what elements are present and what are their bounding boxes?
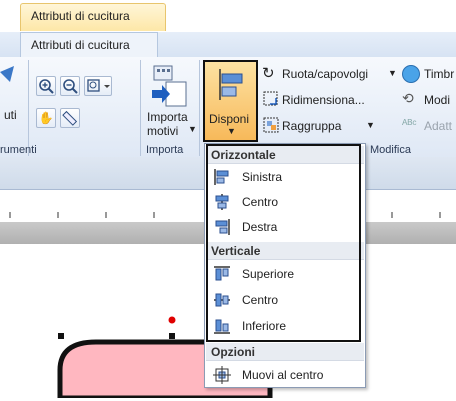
tab-label: Attributi di cucitura bbox=[31, 38, 130, 52]
importa-label-line2: motivi bbox=[147, 124, 179, 138]
group-label-modifica: Modifica bbox=[370, 144, 411, 156]
align-icon bbox=[219, 69, 243, 100]
stamp-icon bbox=[402, 65, 420, 83]
ruota-label: Ruota/capovolgi bbox=[282, 67, 369, 81]
raggruppa-label: Raggruppa bbox=[282, 119, 342, 133]
importa-label-line1: Importa bbox=[147, 110, 188, 124]
arrow-icon bbox=[0, 66, 14, 82]
menu-item-muovi-al-centro[interactable]: Muovi al centro bbox=[206, 363, 364, 387]
adatt-label: Adatt bbox=[424, 119, 453, 133]
menu-header-orizzontale: Orizzontale bbox=[206, 146, 364, 164]
pan-button[interactable]: ✋ bbox=[36, 108, 56, 128]
menu-item-label: Inferiore bbox=[242, 319, 287, 333]
raggruppa-button[interactable]: Raggruppa ▼ bbox=[262, 116, 398, 136]
align-left-icon bbox=[214, 169, 229, 185]
menu-item-label: Sinistra bbox=[242, 170, 283, 184]
align-top-icon bbox=[214, 266, 230, 281]
ruler-icon bbox=[62, 110, 78, 126]
menu-header-verticale: Verticale bbox=[206, 242, 364, 260]
resize-icon bbox=[263, 91, 278, 106]
partial-button-label: uti bbox=[4, 108, 17, 122]
timbro-button[interactable]: Timbr bbox=[402, 64, 456, 84]
modi-label: Modi bbox=[424, 93, 451, 107]
group-label-strumenti: rumenti bbox=[0, 144, 37, 156]
context-tab-group: Attributi di cucitura bbox=[20, 3, 166, 31]
align-center-horizontal-icon bbox=[215, 194, 229, 210]
ridimensiona-label: Ridimensiona... bbox=[282, 93, 365, 107]
hand-icon: ✋ bbox=[38, 111, 54, 125]
chevron-down-icon: ▼ bbox=[227, 126, 236, 136]
timbro-label: Timbr bbox=[424, 67, 455, 81]
import-pattern-icon bbox=[152, 65, 187, 107]
group-icon bbox=[263, 117, 279, 133]
importa-motivi-button[interactable]: Importa motivi ▼ bbox=[142, 60, 198, 142]
menu-item-sinistra[interactable]: Sinistra bbox=[206, 165, 364, 189]
move-to-center-icon bbox=[213, 366, 231, 384]
menu-item-label: Superiore bbox=[242, 267, 295, 281]
menu-item-label: Centro bbox=[242, 195, 279, 209]
group-separator bbox=[140, 60, 141, 156]
zoom-out-icon bbox=[63, 79, 78, 94]
adatta-button: ᴬᴮᶜ Adatt bbox=[402, 116, 456, 136]
chevron-down-icon: ▼ bbox=[188, 124, 197, 134]
menu-item-superiore[interactable]: Superiore bbox=[206, 262, 364, 286]
align-center-vertical-icon bbox=[214, 293, 230, 307]
zoom-out-button[interactable] bbox=[60, 76, 80, 96]
zoom-in-icon bbox=[39, 79, 54, 94]
context-tab-label: Attributi di cucitura bbox=[31, 9, 130, 23]
modifica-button[interactable]: ⟲ Modi bbox=[402, 90, 456, 110]
group-separator bbox=[28, 60, 29, 156]
rotate-icon: ↻ bbox=[262, 65, 275, 82]
menu-item-label: Destra bbox=[242, 220, 278, 234]
menu-item-label: Muovi al centro bbox=[242, 368, 324, 382]
menu-item-destra[interactable]: Destra bbox=[206, 215, 364, 239]
ridimensiona-button[interactable]: Ridimensiona... bbox=[262, 90, 398, 110]
menu-item-centro-verticale[interactable]: Centro bbox=[206, 288, 364, 312]
ruota-capovolgi-button[interactable]: ↻ Ruota/capovolgi ▼ bbox=[262, 64, 398, 84]
disponi-label: Disponi bbox=[209, 112, 250, 126]
tab-attributi-di-cucitura[interactable]: Attributi di cucitura bbox=[20, 32, 158, 58]
fit-text-icon: ᴬᴮᶜ bbox=[402, 117, 417, 131]
disponi-button[interactable]: Disponi ▼ bbox=[203, 60, 258, 142]
zoom-fit-icon bbox=[87, 79, 110, 92]
menu-item-centro-orizzontale[interactable]: Centro bbox=[206, 190, 364, 214]
menu-header-opzioni: Opzioni bbox=[206, 343, 364, 361]
group-label-importa: Importa bbox=[146, 144, 184, 156]
zoom-in-button[interactable] bbox=[36, 76, 56, 96]
menu-item-label: Centro bbox=[242, 293, 279, 307]
chevron-down-icon: ▼ bbox=[366, 120, 375, 130]
group-separator bbox=[199, 60, 200, 156]
partial-large-button[interactable]: uti bbox=[0, 62, 26, 132]
disponi-dropdown-menu: Orizzontale Sinistra Centro Destra Verti… bbox=[204, 143, 366, 388]
zoom-fit-dropdown[interactable] bbox=[84, 76, 112, 96]
menu-item-inferiore[interactable]: Inferiore bbox=[206, 314, 364, 338]
align-right-icon bbox=[215, 219, 230, 235]
align-bottom-icon bbox=[214, 319, 230, 334]
edit-points-icon: ⟲ bbox=[402, 90, 414, 106]
measure-button[interactable] bbox=[60, 108, 80, 128]
chevron-down-icon: ▼ bbox=[388, 68, 397, 78]
